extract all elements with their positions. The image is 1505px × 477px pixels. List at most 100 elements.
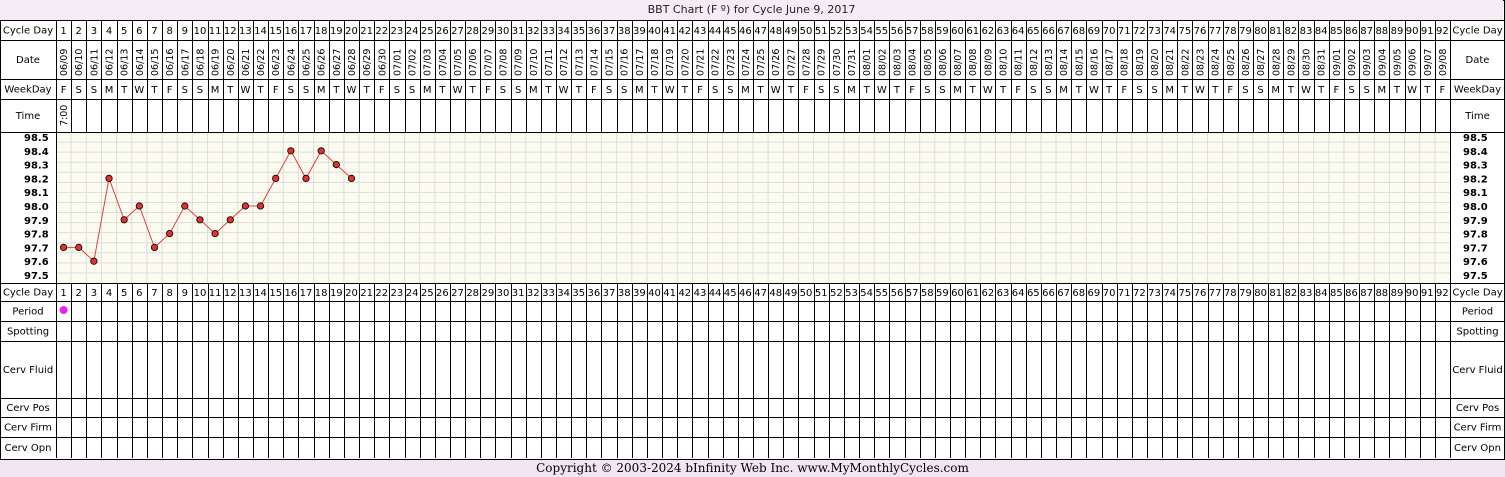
temperature-point-day-1 xyxy=(59,243,68,251)
weekday-label: W xyxy=(1407,85,1417,96)
row-label-time: Time xyxy=(15,111,40,122)
date-label: 08/04 xyxy=(908,49,919,76)
y-tick-label-right: 97.6 xyxy=(1463,257,1488,268)
cycle-day-number: 58 xyxy=(921,26,934,37)
date-label: 08/27 xyxy=(1256,49,1267,76)
weekday-label: T xyxy=(650,85,658,96)
date-label: 08/11 xyxy=(1014,49,1025,76)
weekday-label: S xyxy=(91,85,97,96)
weekday-label: S xyxy=(1151,85,1157,96)
cycle-day-number-bottom: 49 xyxy=(785,288,798,299)
temperature-point-day-3 xyxy=(90,257,98,265)
y-tick-label-right: 98.3 xyxy=(1463,161,1488,172)
weekday-label: F xyxy=(61,85,67,96)
cycle-day-number-bottom: 12 xyxy=(224,288,237,299)
cycle-day-number: 91 xyxy=(1421,26,1434,37)
cycle-day-number-bottom: 25 xyxy=(421,288,434,299)
cycle-day-number: 85 xyxy=(1330,26,1343,37)
weekday-label: W xyxy=(665,85,675,96)
row-label-weekday: WeekDay xyxy=(4,85,51,96)
cycle-day-number: 71 xyxy=(1118,26,1131,37)
date-label: 08/25 xyxy=(1226,49,1237,76)
weekday-label: T xyxy=(332,85,340,96)
cycle-day-number: 86 xyxy=(1345,26,1358,37)
date-label: 07/28 xyxy=(802,49,813,76)
weekday-label: F xyxy=(1333,85,1339,96)
cycle-day-number: 54 xyxy=(860,26,873,37)
date-label: 08/16 xyxy=(1089,49,1100,76)
cycle-day-number-bottom: 13 xyxy=(239,288,252,299)
cycle-day-number-bottom: 28 xyxy=(466,288,479,299)
cycle-day-number: 51 xyxy=(815,26,828,37)
date-label: 08/29 xyxy=(1286,49,1297,76)
date-label: 06/14 xyxy=(135,49,146,76)
weekday-label: T xyxy=(999,85,1007,96)
temperature-point-day-14 xyxy=(256,202,265,210)
date-label: 06/12 xyxy=(105,49,116,76)
date-label: 07/31 xyxy=(847,49,858,76)
cycle-day-number-bottom: 71 xyxy=(1118,288,1131,299)
cycle-day-number-bottom: 26 xyxy=(436,288,449,299)
weekday-label: T xyxy=(226,85,234,96)
temperature-point-day-18 xyxy=(317,147,325,155)
weekday-label: M xyxy=(741,85,750,96)
temperature-point-day-20 xyxy=(347,174,356,182)
row-label-cycle_day: Cycle Day xyxy=(3,26,53,37)
weekday-label: S xyxy=(1363,85,1369,96)
weekday-label: F xyxy=(485,85,491,96)
weekday-label: T xyxy=(363,85,371,96)
cycle-day-number: 13 xyxy=(239,26,252,37)
date-label: 07/18 xyxy=(650,49,661,76)
weekday-label: F xyxy=(379,85,385,96)
cycle-day-number: 14 xyxy=(254,26,267,37)
date-label: 07/02 xyxy=(408,49,419,76)
cycle-day-number: 49 xyxy=(785,26,798,37)
date-label: 06/09 xyxy=(59,49,70,76)
date-label: 08/31 xyxy=(1317,49,1328,76)
cycle-day-number: 57 xyxy=(906,26,919,37)
date-label: 08/15 xyxy=(1074,49,1085,76)
cycle-day-number-bottom: 69 xyxy=(1088,288,1101,299)
date-label: 08/01 xyxy=(862,49,873,76)
cycle-day-number: 74 xyxy=(1163,26,1176,37)
cycle-day-number: 77 xyxy=(1209,26,1222,37)
date-label: 07/13 xyxy=(574,49,585,76)
weekday-label: S xyxy=(712,85,718,96)
date-label: 06/30 xyxy=(377,49,388,76)
cycle-day-number-bottom: 72 xyxy=(1133,288,1146,299)
date-label: 09/06 xyxy=(1408,49,1419,76)
cycle-day-number: 82 xyxy=(1285,26,1298,37)
cycle-day-number-bottom: 82 xyxy=(1285,288,1298,299)
row-label-date: Date xyxy=(16,55,40,66)
weekday-label: M xyxy=(635,85,644,96)
temperature-point-day-6 xyxy=(135,202,143,210)
weekday-label: M xyxy=(1271,85,1280,96)
date-label: 06/18 xyxy=(195,49,206,76)
row-label-cerv_pos: Cerv Pos xyxy=(6,403,49,414)
cycle-day-number: 22 xyxy=(375,26,388,37)
cycle-day-number: 89 xyxy=(1391,26,1404,37)
weekday-label: T xyxy=(1075,85,1083,96)
y-tick-label: 97.7 xyxy=(24,243,49,254)
date-label: 09/05 xyxy=(1392,49,1403,76)
weekday-label: S xyxy=(1045,85,1051,96)
weekday-label: S xyxy=(197,85,203,96)
weekday-label: S xyxy=(818,85,824,96)
date-label: 07/24 xyxy=(741,49,752,76)
cycle-day-number: 69 xyxy=(1088,26,1101,37)
cycle-day-number: 65 xyxy=(1027,26,1040,37)
cycle-day-number: 92 xyxy=(1436,26,1449,37)
date-label: 08/23 xyxy=(1195,49,1206,76)
cycle-day-number: 67 xyxy=(1057,26,1070,37)
y-tick-label: 98.4 xyxy=(24,147,49,158)
weekday-label: S xyxy=(606,85,612,96)
cycle-day-number-bottom: 60 xyxy=(951,288,964,299)
cycle-day-number-bottom: 88 xyxy=(1375,288,1388,299)
weekday-label: M xyxy=(317,85,326,96)
cycle-day-number: 47 xyxy=(754,26,767,37)
cycle-day-number: 53 xyxy=(845,26,858,37)
cycle-day-number-bottom: 64 xyxy=(1012,288,1025,299)
cycle-day-number-bottom: 55 xyxy=(875,288,888,299)
cycle-day-number-bottom: 36 xyxy=(588,288,601,299)
cycle-day-number-bottom: 87 xyxy=(1360,288,1373,299)
